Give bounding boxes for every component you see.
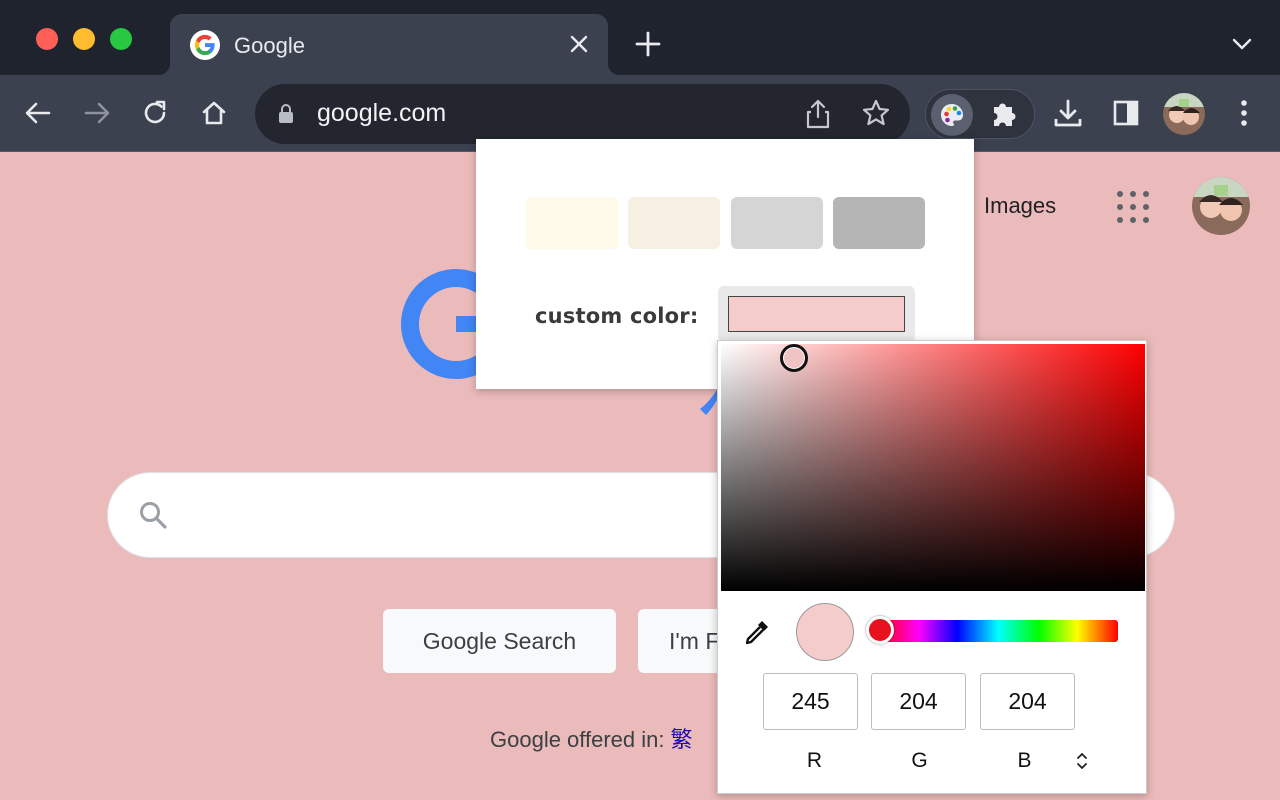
green-value-input[interactable]: 204 <box>871 673 966 730</box>
tab-close-icon[interactable] <box>568 33 590 55</box>
color-swatch-1[interactable] <box>526 197 618 249</box>
saturation-value-area[interactable] <box>721 344 1145 591</box>
extension-pill <box>925 89 1035 139</box>
color-preview-swatch <box>796 603 854 661</box>
lock-icon[interactable] <box>277 103 295 130</box>
offered-in-label: Google offered in: <box>490 727 665 752</box>
account-avatar[interactable] <box>1192 177 1250 235</box>
window-minimize-button[interactable] <box>73 28 95 50</box>
reload-icon[interactable] <box>137 95 173 131</box>
custom-color-input[interactable] <box>718 286 915 342</box>
back-arrow-icon[interactable] <box>20 95 56 131</box>
profile-avatar[interactable] <box>1163 93 1205 135</box>
blue-label: B <box>977 749 1072 773</box>
tab-search-chevron-icon[interactable] <box>1230 34 1254 54</box>
extensions-puzzle-icon[interactable] <box>986 96 1022 137</box>
side-panel-icon[interactable] <box>1108 95 1144 131</box>
color-swatch-3[interactable] <box>731 197 823 249</box>
new-tab-icon[interactable] <box>634 30 662 58</box>
url-text[interactable]: google.com <box>317 99 446 128</box>
share-icon[interactable] <box>803 97 833 136</box>
offered-in-line: Google offered in:繁 <box>490 722 693 754</box>
google-search-button[interactable]: Google Search <box>383 609 616 673</box>
google-favicon-icon <box>190 30 220 60</box>
bookmark-star-icon[interactable] <box>860 97 892 134</box>
download-icon[interactable] <box>1050 95 1086 131</box>
forward-arrow-icon[interactable] <box>79 95 115 131</box>
format-toggle-icon[interactable] <box>1074 750 1090 772</box>
omnibox[interactable]: google.com <box>255 84 910 144</box>
hue-slider[interactable] <box>878 620 1118 642</box>
search-icon <box>138 500 168 535</box>
window-close-button[interactable] <box>36 28 58 50</box>
tab-title: Google <box>234 33 305 59</box>
red-value-input[interactable]: 245 <box>763 673 858 730</box>
saturation-handle[interactable] <box>780 344 808 372</box>
home-icon[interactable] <box>196 95 232 131</box>
images-link[interactable]: Images <box>984 193 1056 219</box>
palette-extension-icon[interactable] <box>931 94 973 136</box>
browser-titlebar: Google <box>0 0 1280 75</box>
red-label: R <box>767 749 862 773</box>
color-picker-dialog: 245 204 204 R G B <box>717 340 1147 794</box>
google-apps-grid-icon[interactable] <box>1117 191 1149 223</box>
hue-slider-handle[interactable] <box>866 616 894 644</box>
eyedropper-icon[interactable] <box>742 617 772 652</box>
color-swatch-4[interactable] <box>833 197 925 249</box>
language-link[interactable]: 繁 <box>671 727 693 752</box>
color-swatch-2[interactable] <box>628 197 720 249</box>
blue-value-input[interactable]: 204 <box>980 673 1075 730</box>
browser-menu-icon[interactable] <box>1226 95 1262 131</box>
custom-color-label: custom color: <box>535 304 698 328</box>
green-label: G <box>872 749 967 773</box>
browser-tab-google[interactable]: Google <box>170 14 608 75</box>
window-maximize-button[interactable] <box>110 28 132 50</box>
custom-color-value[interactable] <box>728 296 905 332</box>
